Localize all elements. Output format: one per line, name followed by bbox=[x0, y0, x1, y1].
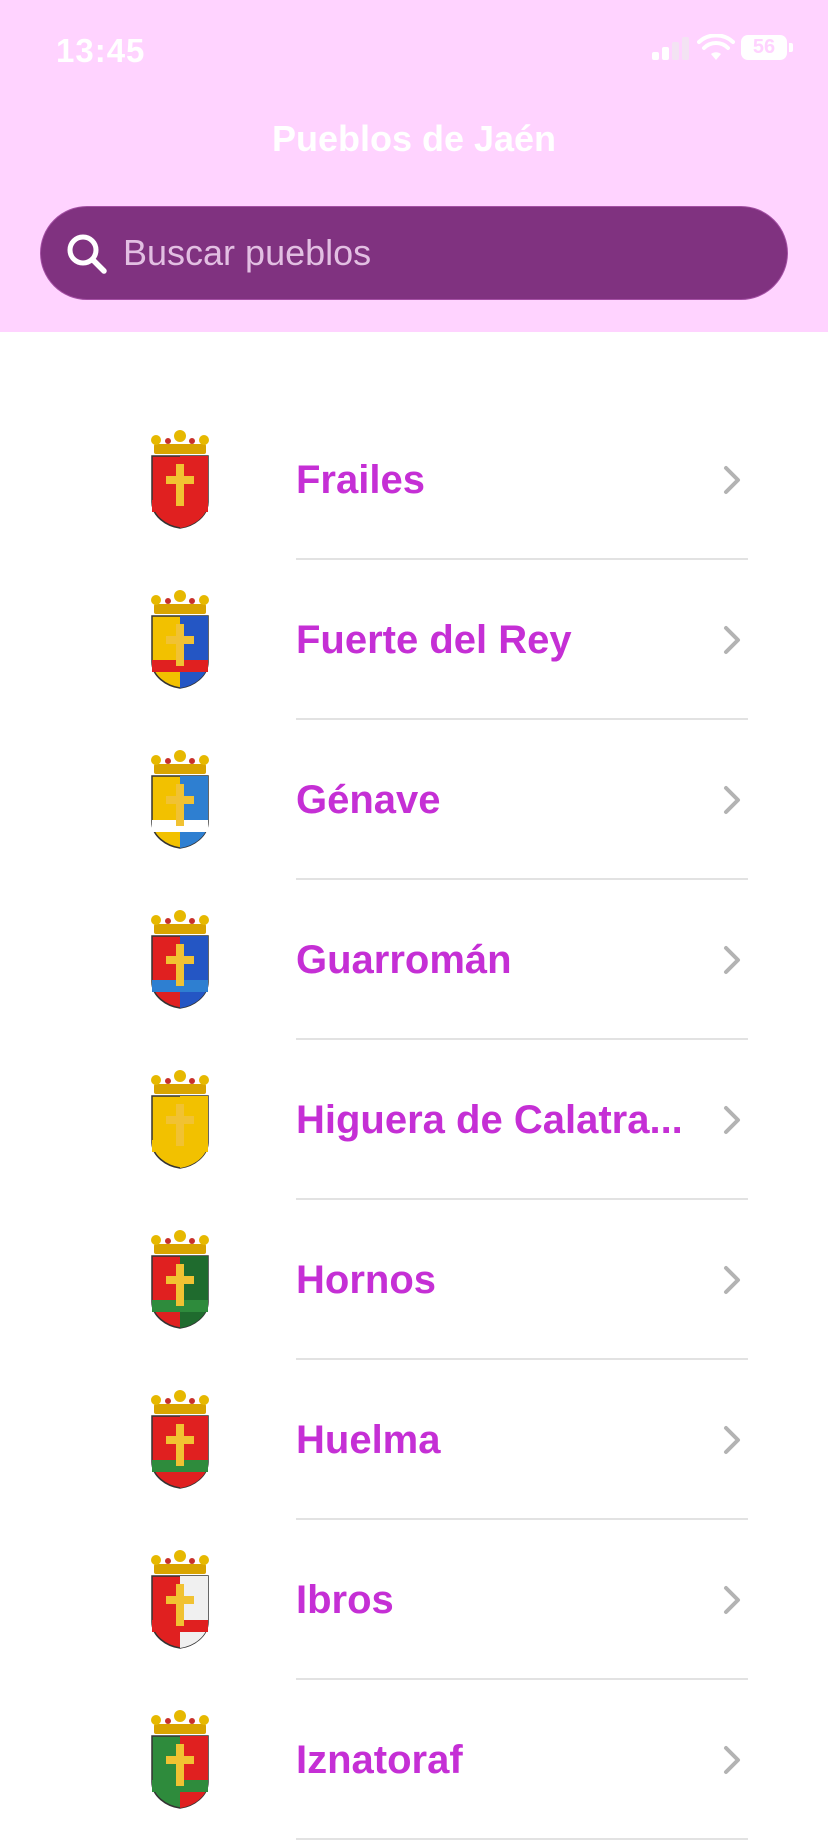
header: 13:45 56 Pueblos de Jaén bbox=[0, 0, 828, 332]
page-title: Pueblos de Jaén bbox=[271, 118, 557, 159]
chevron-right-icon bbox=[724, 946, 740, 974]
list-item[interactable]: Ibros bbox=[0, 1520, 828, 1680]
search-input[interactable] bbox=[123, 207, 763, 299]
chevron-right-icon bbox=[724, 1586, 740, 1614]
chevron-right-icon bbox=[724, 1746, 740, 1774]
coat-of-arms-icon bbox=[151, 750, 209, 849]
town-name: Génave bbox=[296, 778, 441, 822]
coat-of-arms-icon bbox=[151, 1390, 209, 1489]
list-item[interactable]: Huelma bbox=[0, 1360, 828, 1520]
town-name: Huelma bbox=[296, 1418, 441, 1462]
battery-icon: 56 bbox=[741, 35, 787, 60]
town-name: Frailes bbox=[296, 458, 425, 502]
town-name: Higuera de Calatra... bbox=[296, 1098, 683, 1142]
coat-of-arms-icon bbox=[151, 1230, 209, 1329]
search-bar[interactable] bbox=[40, 206, 788, 300]
list-item[interactable]: Iznatoraf bbox=[0, 1680, 828, 1840]
coat-of-arms-icon bbox=[151, 910, 209, 1009]
list-item[interactable]: Higuera de Calatra... bbox=[0, 1040, 828, 1200]
list-item[interactable]: Hornos bbox=[0, 1200, 828, 1360]
search-icon bbox=[67, 234, 107, 274]
chevron-right-icon bbox=[724, 786, 740, 814]
chevron-right-icon bbox=[724, 626, 740, 654]
town-name: Guarromán bbox=[296, 938, 512, 982]
wifi-icon bbox=[697, 34, 735, 60]
town-name: Iznatoraf bbox=[296, 1738, 463, 1782]
town-name: Fuerte del Rey bbox=[296, 618, 572, 662]
town-list: Frailes Fuerte del Rey Génave Guarromán … bbox=[0, 400, 828, 1840]
status-time: 13:45 bbox=[56, 32, 146, 69]
town-name: Ibros bbox=[296, 1578, 394, 1622]
chevron-right-icon bbox=[724, 1426, 740, 1454]
chevron-right-icon bbox=[724, 1106, 740, 1134]
list-item[interactable]: Frailes bbox=[0, 400, 828, 560]
battery-tip bbox=[789, 43, 793, 52]
list-item[interactable]: Guarromán bbox=[0, 880, 828, 1040]
coat-of-arms-icon bbox=[151, 1710, 209, 1809]
coat-of-arms-icon bbox=[151, 1070, 209, 1169]
coat-of-arms-icon bbox=[151, 430, 209, 529]
status-bar: 13:45 56 bbox=[0, 0, 828, 100]
list-item[interactable]: Génave bbox=[0, 720, 828, 880]
cellular-signal-icon bbox=[652, 36, 692, 60]
coat-of-arms-icon bbox=[151, 1550, 209, 1649]
list-item[interactable]: Fuerte del Rey bbox=[0, 560, 828, 720]
chevron-right-icon bbox=[724, 1266, 740, 1294]
town-name: Hornos bbox=[296, 1258, 436, 1302]
chevron-right-icon bbox=[724, 466, 740, 494]
coat-of-arms-icon bbox=[151, 590, 209, 689]
